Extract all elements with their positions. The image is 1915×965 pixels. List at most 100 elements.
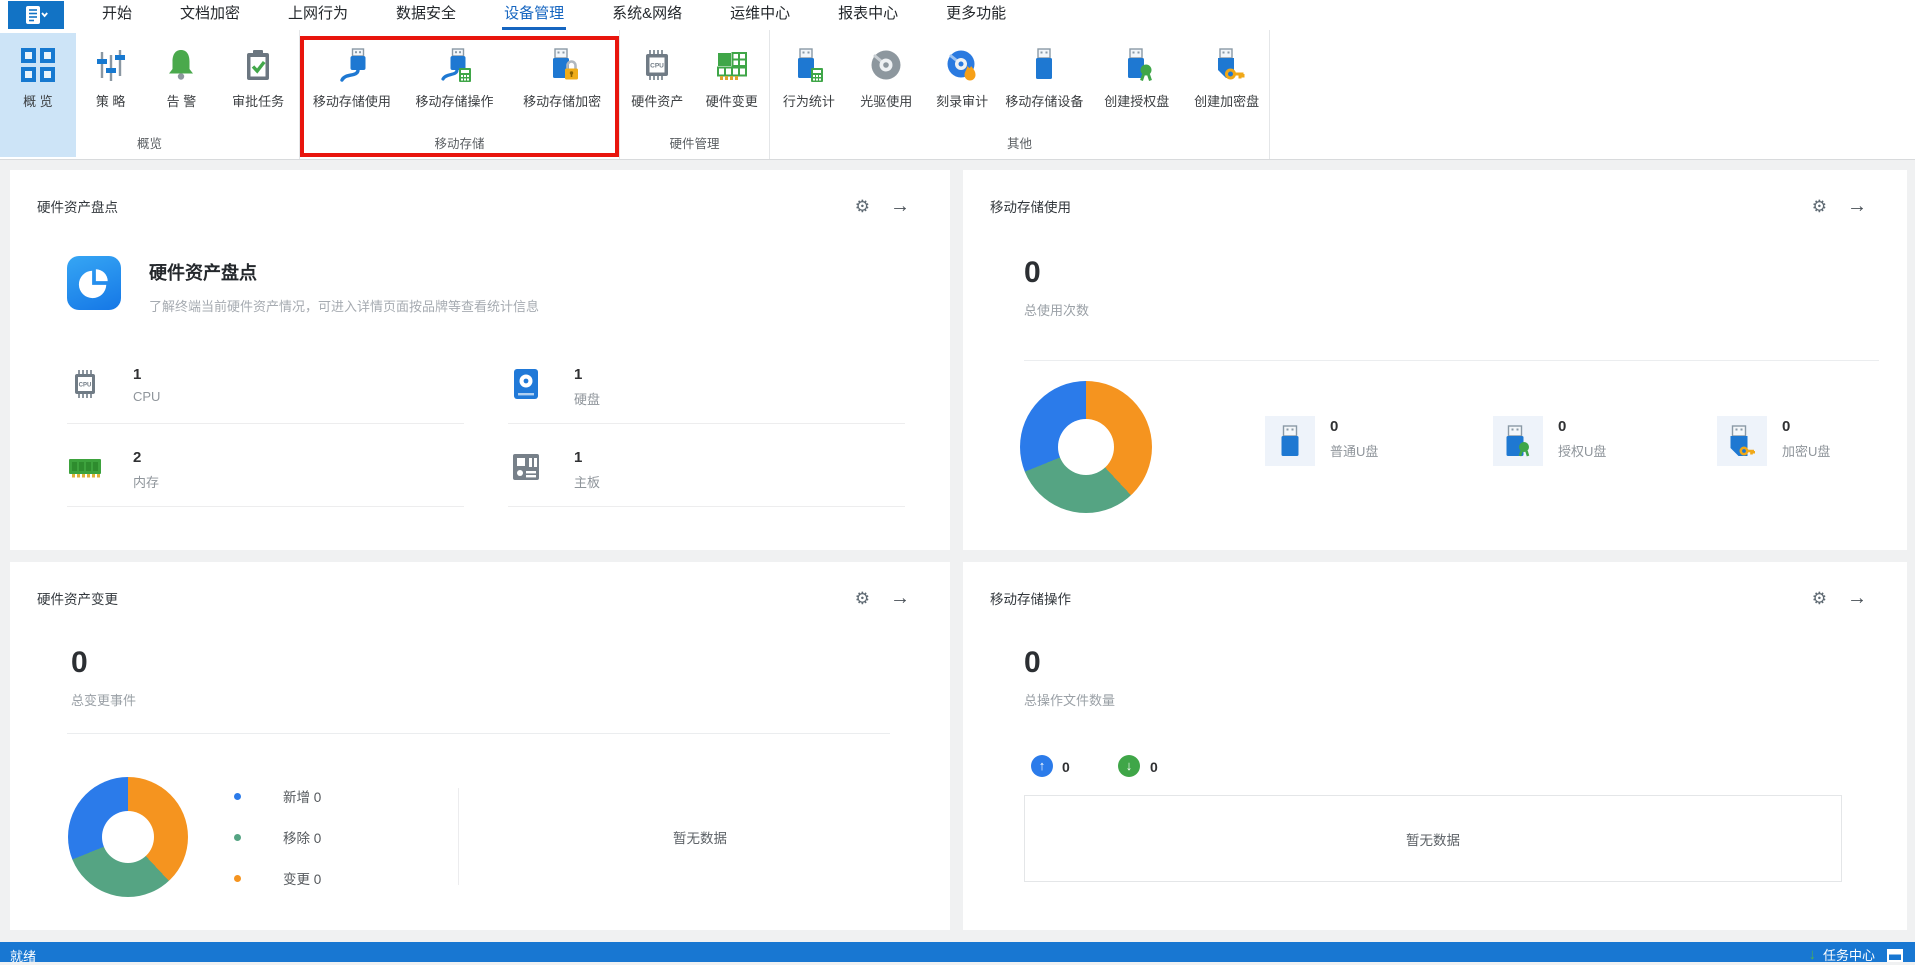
total-operations-label: 总操作文件数量 [1024, 693, 1116, 708]
hardware-stats-grid: CPU 1 CPU 1 硬盘 2 内存 1 主板 [67, 366, 905, 507]
card-storage-usage: 移动存储使用 ⚙ → 0 总使用次数 0 普通U盘 0 授权U盘 0 加密U盘 [963, 170, 1907, 550]
stat-authorized-usb: 0 授权U盘 [1493, 416, 1606, 466]
total-usage-label: 总使用次数 [1024, 303, 1090, 318]
stat-harddisk: 1 硬盘 [508, 366, 905, 424]
legend-item-added: 新增 0 [234, 784, 321, 808]
ribbon-button-storage-operation[interactable]: 移动存储操作 [404, 30, 506, 134]
app-menu-icon [24, 5, 48, 25]
settings-gear-icon[interactable]: ⚙ [855, 198, 870, 215]
dashboard-content: 硬件资产盘点 ⚙ → 硬件资产盘点 了解终端当前硬件资产情况，可进入详情页面按品… [0, 160, 1915, 942]
ribbon-button-alert[interactable]: 告 警 [146, 30, 218, 134]
svg-text:CPU: CPU [650, 63, 664, 70]
pie-chart-tile-icon [67, 256, 121, 310]
ribbon-button-hardware-asset[interactable]: CPU 硬件资产 [620, 30, 695, 134]
ribbon-button-create-encrypted-disk[interactable]: 创建加密盘 [1184, 30, 1269, 134]
ribbon-button-burn-audit[interactable]: 刻录审计 [925, 30, 1000, 134]
divider [67, 733, 890, 734]
task-center-button[interactable]: 任务中心 [1823, 940, 1875, 964]
ribbon-button-hardware-change[interactable]: 硬件变更 [695, 30, 770, 134]
legend-item-removed: 移除 0 [234, 825, 321, 849]
ribbon-group-overview: 概 览 策 略 告 警 审批任务 概览 [0, 30, 300, 159]
clipboard-check-icon [238, 42, 278, 88]
usb-authorized-icon [1493, 416, 1543, 466]
memory-grid-icon [712, 42, 752, 88]
total-changes-value: 0 [71, 646, 88, 679]
sliders-icon [91, 42, 131, 88]
cpu-chip-icon: CPU [637, 42, 677, 88]
ribbon-button-overview[interactable]: 概 览 [0, 30, 76, 134]
menu-item-more-features[interactable]: 更多功能 [946, 0, 1006, 30]
usb-plug-icon [332, 42, 372, 88]
total-changes-label: 总变更事件 [71, 693, 137, 708]
menu-item-web-behavior[interactable]: 上网行为 [288, 0, 348, 30]
goto-arrow-icon[interactable]: → [890, 196, 910, 216]
window-panel-icon[interactable] [1887, 948, 1903, 962]
upload-arrow-icon: ↑ [1031, 755, 1053, 777]
memory-icon [67, 449, 103, 485]
stat-cpu: CPU 1 CPU [67, 366, 464, 424]
card-hero-subtitle: 了解终端当前硬件资产情况，可进入详情页面按品牌等查看统计信息 [149, 299, 540, 314]
total-operations-value: 0 [1024, 646, 1041, 679]
menu-item-data-security[interactable]: 数据安全 [396, 0, 456, 30]
legend-dot-added [234, 792, 241, 800]
ribbon-button-storage-usage[interactable]: 移动存储使用 [300, 30, 404, 134]
ribbon-button-approval-tasks[interactable]: 审批任务 [217, 30, 299, 134]
menu-item-ops-center[interactable]: 运维中心 [730, 0, 790, 30]
menu-item-doc-encryption[interactable]: 文档加密 [180, 0, 240, 30]
ribbon-group-removable-storage: 移动存储使用 移动存储操作 移动存储加密 移动存储 [300, 30, 620, 159]
stat-memory: 2 内存 [67, 449, 464, 507]
menu-item-device-management[interactable]: 设备管理 [502, 0, 567, 30]
download-count: 0 [1150, 759, 1158, 775]
app-menu-button[interactable] [8, 1, 64, 29]
menu-item-report-center[interactable]: 报表中心 [838, 0, 898, 30]
download-status-icon: ↓ [1808, 945, 1816, 963]
ribbon-group-label-other: 其他 [1006, 137, 1032, 151]
menu-item-system-network[interactable]: 系统&网络 [612, 0, 682, 30]
bell-icon [161, 42, 201, 88]
card-title: 硬件资产盘点 [37, 200, 118, 215]
ribbon-group-label-removable-storage: 移动存储 [434, 137, 485, 151]
ribbon-button-policy[interactable]: 策 略 [76, 30, 146, 134]
ribbon-button-storage-encryption[interactable]: 移动存储加密 [505, 30, 619, 134]
ribbon-button-create-authorized-disk[interactable]: 创建授权盘 [1089, 30, 1184, 134]
ribbon-button-cd-usage[interactable]: 光驱使用 [848, 30, 925, 134]
usb-lock-icon [542, 42, 582, 88]
goto-arrow-icon[interactable]: → [890, 588, 910, 608]
upload-download-stats: ↑ 0 ↓ 0 [963, 755, 1907, 779]
ribbon-button-storage-device[interactable]: 移动存储设备 [1000, 30, 1090, 134]
ribbon-group-label-overview: 概览 [136, 137, 162, 151]
legend-dot-removed [234, 833, 241, 841]
card-title: 移动存储使用 [990, 200, 1071, 215]
hardware-changes-donut-chart [68, 777, 188, 897]
menu-bar: 开始 文档加密 上网行为 数据安全 设备管理 系统&网络 运维中心 报表中心 更… [0, 0, 1915, 30]
total-usage-value: 0 [1024, 256, 1041, 289]
goto-arrow-icon[interactable]: → [1847, 196, 1867, 216]
ribbon-button-behavior-stats[interactable]: 行为统计 [770, 30, 848, 134]
status-ready-text: 就绪 [10, 948, 37, 964]
legend-dot-changed [234, 874, 241, 882]
no-data-text: 暂无数据 [673, 830, 727, 846]
harddisk-icon [508, 366, 544, 402]
goto-arrow-icon[interactable]: → [1847, 588, 1867, 608]
settings-gear-icon[interactable]: ⚙ [1812, 590, 1827, 607]
upload-count: 0 [1062, 759, 1070, 775]
card-hardware-inventory: 硬件资产盘点 ⚙ → 硬件资产盘点 了解终端当前硬件资产情况，可进入详情页面按品… [10, 170, 950, 550]
mainboard-icon [508, 449, 544, 485]
ribbon-group-other: 行为统计 光驱使用 刻录审计 移动存储设备 创建授权盘 创建加密盘 其他 [770, 30, 1270, 159]
card-title: 硬件资产变更 [37, 592, 118, 607]
card-hero-title: 硬件资产盘点 [149, 263, 257, 283]
settings-gear-icon[interactable]: ⚙ [1812, 198, 1827, 215]
menu-item-start[interactable]: 开始 [102, 0, 132, 30]
stat-mainboard: 1 主板 [508, 449, 905, 507]
settings-gear-icon[interactable]: ⚙ [855, 590, 870, 607]
ribbon-group-label-hardware-management: 硬件管理 [669, 137, 720, 151]
no-data-box: 暂无数据 [1024, 795, 1842, 882]
usb-plug-calculator-icon [435, 42, 475, 88]
usb-key-icon [1207, 42, 1247, 88]
changes-legend: 新增 0 移除 0 变更 0 [234, 784, 321, 907]
stat-encrypted-usb: 0 加密U盘 [1717, 416, 1830, 466]
device-management-app: 开始 文档加密 上网行为 数据安全 设备管理 系统&网络 运维中心 报表中心 更… [0, 0, 1915, 964]
divider [1024, 360, 1879, 361]
card-storage-operations: 移动存储操作 ⚙ → 0 总操作文件数量 ↑ 0 ↓ 0 暂无数据 [963, 562, 1907, 930]
status-bar: 就绪 ↓ 任务中心 [0, 940, 1915, 964]
